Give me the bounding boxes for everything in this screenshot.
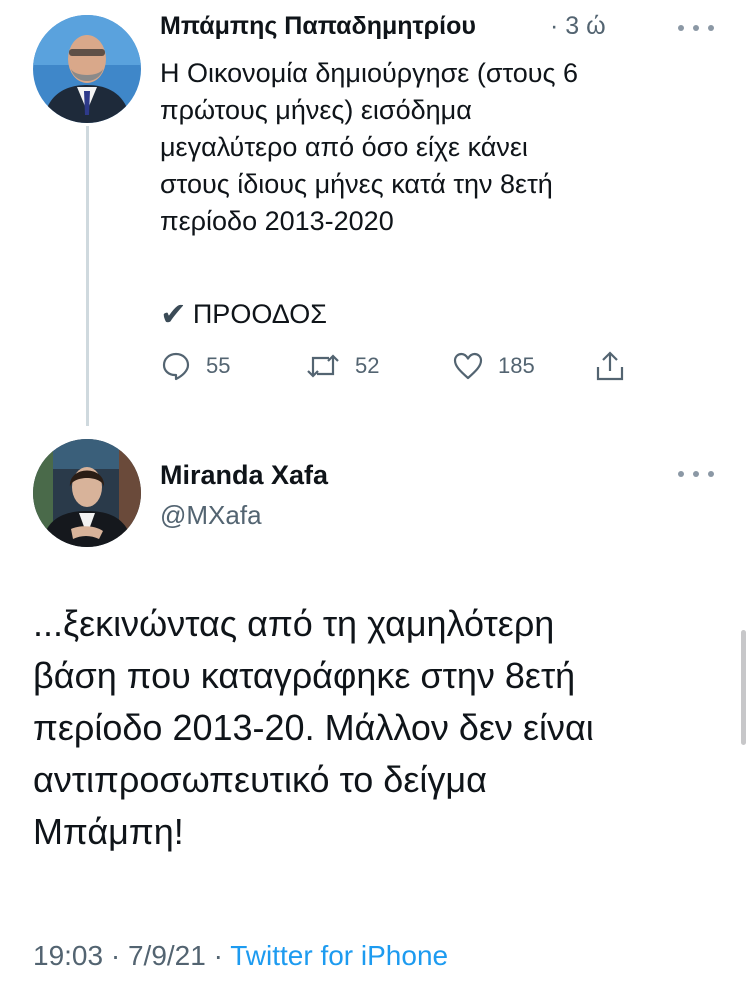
avatar-miranda-xafa-image — [33, 439, 141, 547]
tweet1-progress-line: ✔ ΠΡΟΟΔΟΣ — [160, 296, 327, 333]
share-button[interactable] — [594, 350, 626, 382]
reply-icon — [162, 352, 190, 381]
avatar-papadimitriou-image — [33, 15, 141, 123]
tweet2-metadata: 19:03 · 7/9/21 · Twitter for iPhone — [33, 940, 448, 972]
check-mark-icon: ✔ — [160, 296, 187, 332]
tweet2-time[interactable]: 19:03 — [33, 940, 103, 971]
tweet1-time-label: 3 ώ — [565, 12, 606, 40]
retweet-count: 52 — [355, 353, 380, 378]
avatar-papadimitriou[interactable] — [33, 15, 141, 123]
retweet-button[interactable]: 52 — [305, 350, 379, 382]
tweet1-text: Η Οικονομία δημιούργησε (στους 6 πρώτους… — [160, 58, 579, 236]
tweet1-timestamp[interactable]: · 3 ώ — [550, 12, 606, 41]
tweet2-text: ...ξεκινώντας από τη χαμηλότερη βάση που… — [33, 603, 594, 852]
tweet1-author-name[interactable]: Μπάμπης Παπαδημητρίου — [160, 12, 476, 41]
like-count: 185 — [498, 353, 535, 378]
heart-icon — [453, 352, 483, 380]
tweet2-date[interactable]: 7/9/21 — [128, 940, 206, 971]
thread-connector-line — [86, 126, 89, 426]
retweet-icon — [307, 354, 339, 378]
reply-count: 55 — [206, 353, 231, 378]
like-button[interactable]: 185 — [452, 350, 535, 382]
share-icon — [596, 351, 624, 381]
tweet1-action-bar: 55 52 185 — [160, 350, 640, 394]
tweet1-progress-text: ΠΡΟΟΔΟΣ — [192, 299, 327, 329]
reply-button[interactable]: 55 — [160, 350, 230, 382]
tweet2-meta-separator: · — [110, 940, 121, 971]
tweet2-more-icon[interactable] — [678, 466, 714, 482]
avatar-miranda-xafa[interactable] — [33, 439, 141, 547]
tweet1-time-separator: · — [550, 12, 559, 40]
scrollbar[interactable] — [741, 630, 746, 745]
tweet2-meta-separator: · — [213, 940, 223, 971]
tweet2-author-name[interactable]: Miranda Xafa — [160, 460, 328, 491]
tweet1-more-icon[interactable] — [678, 20, 714, 36]
tweet2-source-link[interactable]: Twitter for iPhone — [230, 940, 448, 971]
tweet2-author-handle[interactable]: @MXafa — [160, 500, 262, 531]
